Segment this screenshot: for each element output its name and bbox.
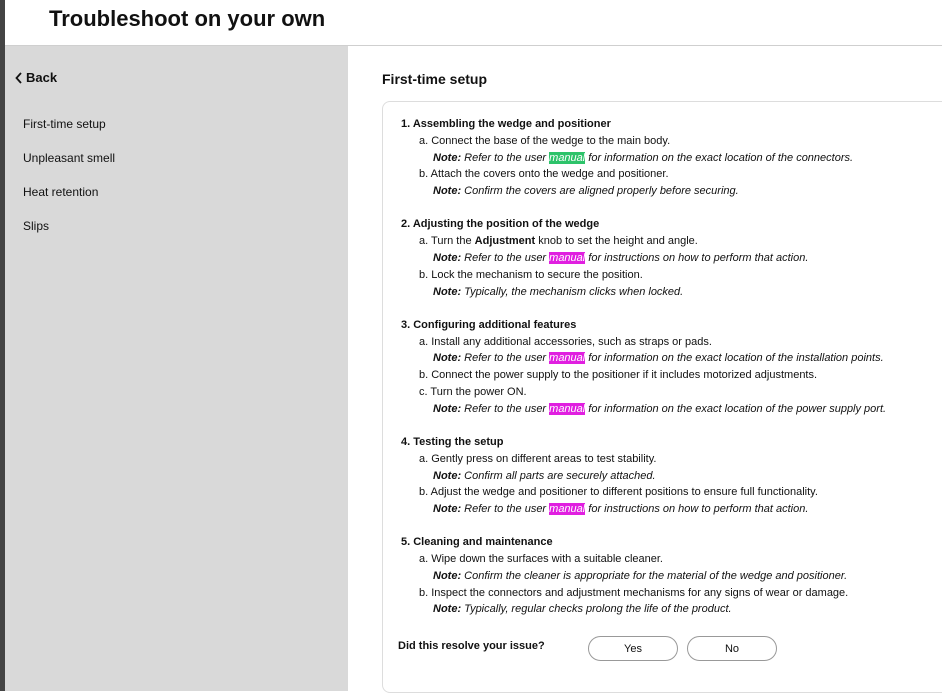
step-item: 1. Assembling the wedge and positioner a.…: [401, 116, 942, 200]
note-label: Note:: [433, 569, 462, 582]
note-label: Note:: [433, 185, 462, 198]
sub-step: a. Gently press on different areas to te…: [419, 452, 657, 465]
note-body: Confirm the cleaner is appropriate for t…: [461, 569, 848, 582]
sidebar-item-heat-retention[interactable]: Heat retention: [23, 185, 115, 219]
main-content: First-time setup 1. Assembling the wedge…: [348, 46, 942, 693]
manual-link[interactable]: manual: [549, 402, 586, 415]
sub-step: b. Inspect the connectors and adjustment…: [419, 586, 849, 599]
note-text: Note: Refer to the user manual for infor…: [401, 150, 942, 167]
sidebar: Back First-time setup Unpleasant smell H…: [5, 46, 348, 691]
note-text: Note: Confirm the cleaner is appropriate…: [401, 568, 942, 585]
sub-step: b. Lock the mechanism to secure the posi…: [419, 268, 643, 281]
steps-list: 1. Assembling the wedge and positioner a.…: [401, 116, 942, 635]
note-text: Note: Confirm the covers are aligned pro…: [401, 183, 942, 200]
instructions-card: 1. Assembling the wedge and positioner a.…: [382, 101, 942, 693]
note-body: for information on the exact location of…: [585, 151, 854, 164]
section-title: First-time setup: [382, 71, 488, 87]
sidebar-list: First-time setup Unpleasant smell Heat r…: [23, 117, 115, 253]
sub-step: b. Adjust the wedge and positioner to di…: [419, 486, 818, 499]
note-body: for information on the exact location of…: [585, 402, 887, 415]
yes-button[interactable]: Yes: [588, 636, 678, 661]
note-body: Typically, regular checks prolong the li…: [461, 603, 732, 616]
chevron-left-icon: [15, 71, 22, 84]
note-body: for information on the exact location of…: [585, 352, 884, 365]
note-body: for instructions on how to perform that …: [585, 503, 809, 516]
sub-step: a. Connect the base of the wedge to the …: [419, 134, 671, 147]
no-button[interactable]: No: [687, 636, 777, 661]
step-title: 1. Assembling the wedge and positioner: [401, 118, 611, 130]
note-text: Note: Refer to the user manual for instr…: [401, 501, 942, 518]
feedback-bar: Did this resolve your issue? Yes No: [398, 636, 942, 666]
note-body: Refer to the user: [461, 251, 550, 264]
note-text: Note: Refer to the user manual for infor…: [401, 401, 942, 418]
adjustment-term: Adjustment: [474, 235, 536, 248]
note-body: for instructions on how to perform that …: [585, 251, 809, 264]
sub-step-text: a. Turn the: [419, 235, 475, 248]
note-body: Refer to the user: [461, 151, 550, 164]
step-title: 5. Cleaning and maintenance: [401, 536, 553, 549]
sidebar-item-slips[interactable]: Slips: [23, 219, 115, 253]
note-body: Confirm all parts are securely attached.: [461, 469, 656, 482]
note-text: Note: Typically, regular checks prolong …: [401, 601, 942, 618]
note-label: Note:: [433, 151, 462, 164]
step-item: 2. Adjusting the position of the wedge a.…: [401, 216, 942, 300]
note-label: Note:: [433, 251, 462, 264]
note-label: Note:: [433, 285, 462, 298]
sub-step: b. Connect the power supply to the posit…: [419, 369, 818, 382]
note-text: Note: Refer to the user manual for infor…: [401, 350, 942, 367]
note-body: Refer to the user: [461, 402, 550, 415]
sub-step: b. Attach the covers onto the wedge and …: [419, 168, 669, 181]
note-label: Note:: [433, 503, 462, 516]
sub-step: a. Install any additional accessories, s…: [419, 335, 712, 348]
sub-step: a. Turn the Adjustment knob to set the h…: [401, 233, 942, 250]
page-header: Troubleshoot on your own: [5, 0, 942, 46]
note-label: Note:: [433, 469, 462, 482]
back-button[interactable]: Back: [15, 70, 57, 85]
step-item: 4. Testing the setup a. Gently press on d…: [401, 434, 942, 518]
note-body: Refer to the user: [461, 503, 550, 516]
page-title: Troubleshoot on your own: [49, 6, 326, 31]
sub-step-text: knob to set the height and angle.: [535, 235, 698, 248]
note-text: Note: Typically, the mechanism clicks wh…: [401, 284, 942, 301]
note-label: Note:: [433, 352, 462, 365]
note-text: Note: Confirm all parts are securely att…: [401, 468, 942, 485]
sub-step: a. Wipe down the surfaces with a suitabl…: [419, 553, 663, 566]
manual-link[interactable]: manual: [549, 251, 586, 264]
note-body: Refer to the user: [461, 352, 550, 365]
note-body: Typically, the mechanism clicks when loc…: [461, 285, 684, 298]
sidebar-item-first-time-setup[interactable]: First-time setup: [23, 117, 115, 151]
step-title: 4. Testing the setup: [401, 435, 504, 448]
manual-link[interactable]: manual: [549, 503, 586, 516]
step-item: 5. Cleaning and maintenance a. Wipe down …: [401, 534, 942, 618]
note-text: Note: Refer to the user manual for instr…: [401, 250, 942, 267]
feedback-question: Did this resolve your issue?: [398, 640, 545, 652]
sidebar-item-unpleasant-smell[interactable]: Unpleasant smell: [23, 151, 115, 185]
manual-link[interactable]: manual: [549, 352, 586, 365]
note-label: Note:: [433, 402, 462, 415]
note-label: Note:: [433, 603, 462, 616]
step-item: 3. Configuring additional features a. Ins…: [401, 317, 942, 418]
back-label: Back: [26, 70, 58, 85]
step-title: 2. Adjusting the position of the wedge: [401, 218, 600, 231]
note-body: Confirm the covers are aligned properly …: [461, 185, 739, 198]
step-title: 3. Configuring additional features: [401, 318, 577, 331]
sub-step: c. Turn the power ON.: [419, 385, 527, 398]
manual-link[interactable]: manual: [549, 151, 586, 164]
